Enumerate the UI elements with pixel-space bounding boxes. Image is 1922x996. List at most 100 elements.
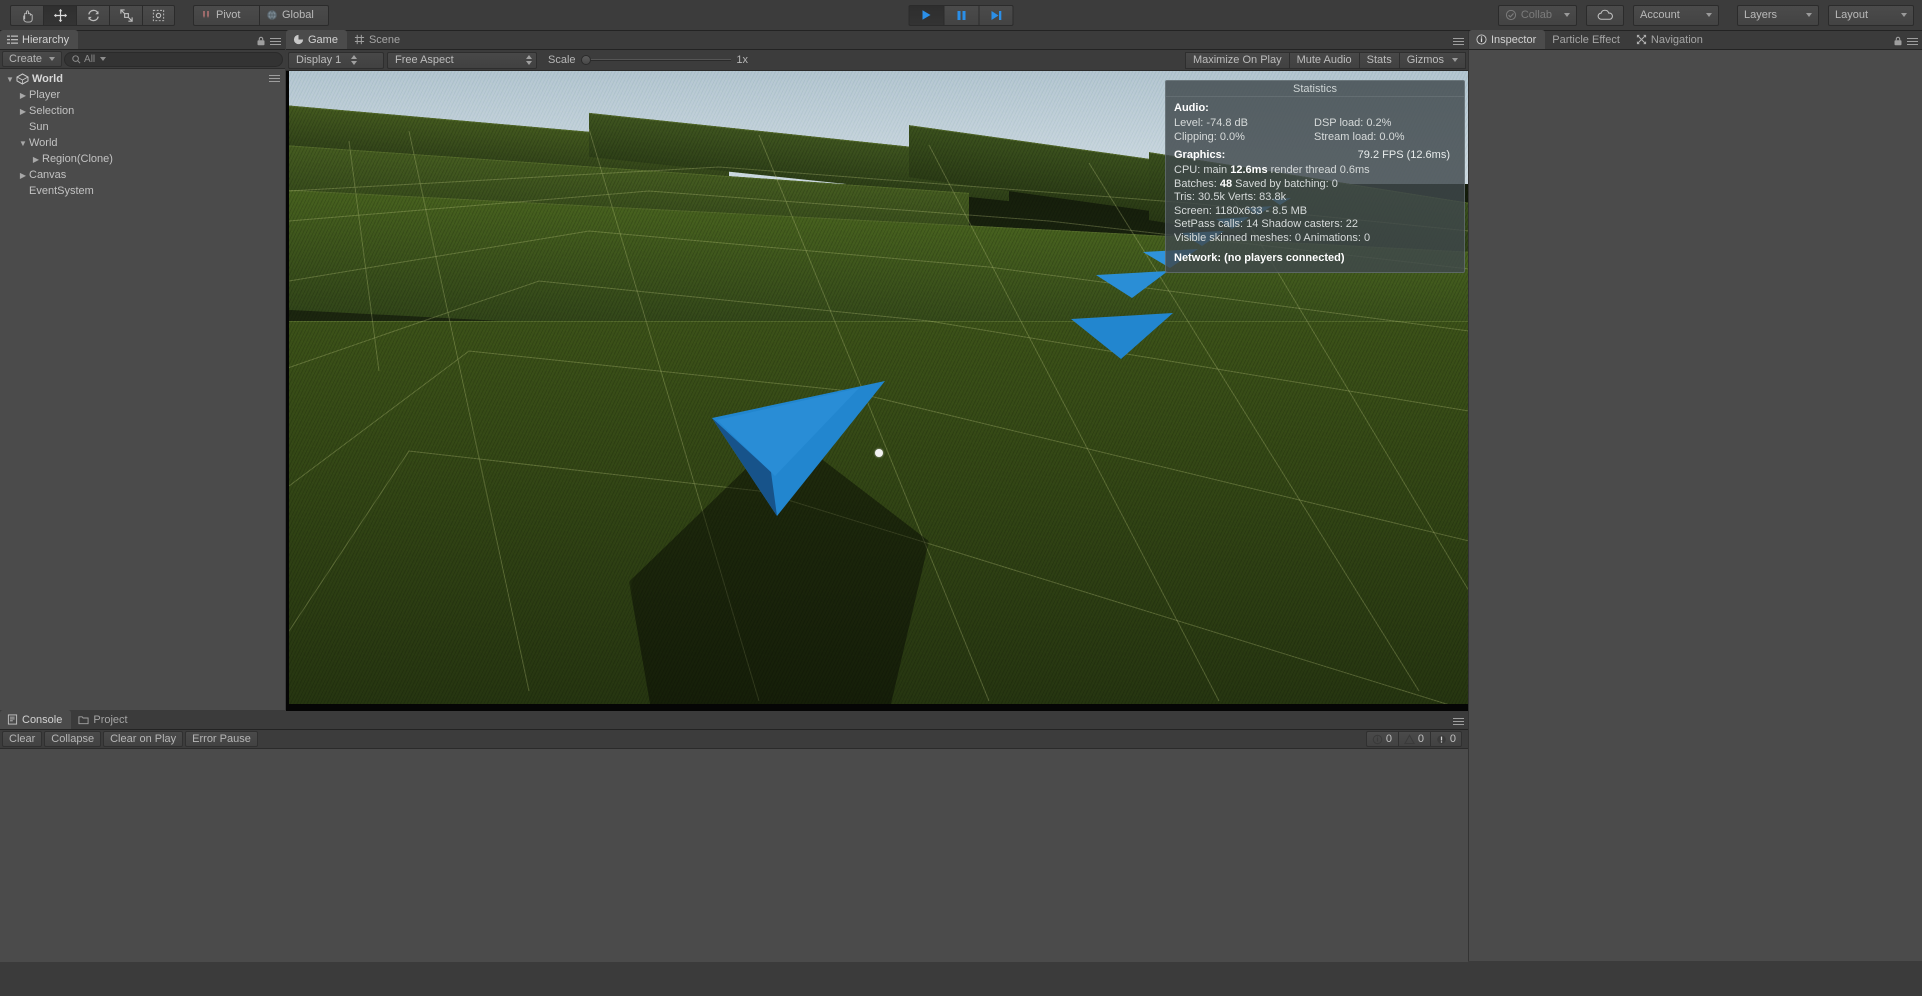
maximize-on-play-toggle[interactable]: Maximize On Play [1184, 51, 1289, 69]
warning-count[interactable]: 0 [1397, 731, 1430, 747]
services-cloud-button[interactable] [1586, 4, 1624, 26]
warning-count-value: 0 [1417, 733, 1424, 745]
pivot-toggle[interactable]: Pivot [193, 4, 259, 26]
tab-game[interactable]: Game [286, 30, 347, 49]
pause-button[interactable] [943, 4, 979, 26]
hierarchy-item-sun[interactable]: Sun [0, 119, 285, 135]
play-button[interactable] [908, 4, 944, 26]
disclosure-triangle-closed-icon[interactable]: ▶ [30, 155, 42, 164]
error-pause-toggle[interactable]: Error Pause [185, 731, 258, 747]
tab-particle-effect[interactable]: Particle Effect [1545, 30, 1629, 49]
search-filter-label: All [84, 53, 96, 65]
info-count[interactable]: 0 [1365, 731, 1398, 747]
console-log-list[interactable] [0, 749, 1468, 995]
hierarchy-item-player[interactable]: ▶ Player [0, 87, 285, 103]
tab-scene[interactable]: Scene [347, 30, 409, 49]
hierarchy-item-selection[interactable]: ▶ Selection [0, 103, 285, 119]
global-label: Global [282, 9, 314, 21]
pivot-icon [203, 11, 209, 18]
scale-slider[interactable] [580, 55, 732, 65]
statistics-audio-row: Clipping: 0.0% Stream load: 0.0% [1166, 131, 1464, 145]
error-badge-icon [1437, 734, 1446, 744]
chevron-down-icon [1452, 58, 1458, 62]
gizmos-dropdown[interactable]: Gizmos [1398, 51, 1466, 69]
tab-label: Scene [368, 33, 401, 46]
statistics-graphics-row: CPU: main 12.6ms render thread 0.6ms [1174, 164, 1370, 176]
collapse-toggle[interactable]: Collapse [44, 731, 102, 747]
layers-button[interactable]: Layers [1737, 4, 1819, 26]
statistics-overlay: Statistics Audio: Level: -74.8 dB DSP loa… [1165, 80, 1465, 273]
disclosure-triangle-closed-icon[interactable]: ▶ [17, 91, 29, 100]
collab-button[interactable]: Collab [1497, 4, 1577, 26]
warning-badge-icon [1403, 733, 1415, 744]
global-toggle[interactable]: Global [259, 4, 329, 26]
tab-label: Game [308, 33, 338, 46]
hierarchy-item-world[interactable]: ▼ World [0, 71, 285, 87]
graphics-heading-label: Graphics: [1174, 149, 1226, 161]
inspector-body [1468, 50, 1922, 961]
hand-tool[interactable] [10, 4, 43, 26]
tab-label: Project [93, 713, 128, 726]
panel-menu-icon[interactable] [1907, 37, 1918, 46]
cloud-icon [1597, 9, 1613, 20]
statistics-graphics-row: Tris: 30.5k Verts: 83.8k [1174, 191, 1287, 203]
hierarchy-tree[interactable]: ▼ World ▶ Player ▶ Selection Sun ▼ World ▶ Region(… [0, 69, 285, 710]
scene-context-menu-icon[interactable] [269, 74, 280, 85]
clear-on-play-label: Clear on Play [110, 733, 177, 745]
hierarchy-item-label: World [32, 73, 63, 85]
collab-label: Collab [1520, 9, 1552, 21]
toolbar-right-group: Collab Account Layers Layout [1489, 4, 1914, 26]
lock-icon[interactable] [256, 36, 266, 46]
layout-button[interactable]: Layout [1828, 4, 1914, 26]
scale-tool[interactable] [109, 4, 142, 26]
hierarchy-item-region-clone-[interactable]: ▶ Region(Clone) [0, 151, 285, 167]
collapse-label: Collapse [51, 733, 95, 745]
tab-hierarchy[interactable]: Hierarchy [0, 30, 79, 49]
statistics-graphics-row: Visible skinned meshes: 0 Animations: 0 [1174, 231, 1371, 244]
step-button[interactable] [978, 4, 1014, 26]
stat-left: Level: -74.8 dB [1174, 117, 1248, 129]
display-dropdown[interactable]: Display 1 [288, 51, 384, 69]
move-tool[interactable] [43, 4, 76, 26]
hierarchy-item-canvas[interactable]: ▶ Canvas [0, 167, 285, 183]
maximize-label: Maximize On Play [1192, 54, 1282, 66]
aspect-dropdown[interactable]: Free Aspect [387, 51, 537, 69]
audio-heading-label: Audio: [1174, 102, 1209, 114]
clear-label: Clear [9, 733, 36, 745]
disclosure-triangle-closed-icon[interactable]: ▶ [17, 107, 29, 116]
clear-on-play-toggle[interactable]: Clear on Play [103, 731, 184, 747]
disclosure-triangle-open-icon[interactable]: ▼ [17, 139, 29, 148]
hierarchy-item-label: Player [29, 89, 61, 101]
hierarchy-icon [7, 35, 18, 44]
game-viewport[interactable]: Statistics Audio: Level: -74.8 dB DSP loa… [289, 71, 1468, 704]
tab-project[interactable]: Project [71, 710, 136, 729]
panel-menu-icon[interactable] [1453, 717, 1464, 726]
scale-label: Scale [548, 54, 576, 66]
hierarchy-item-world[interactable]: ▼ World [0, 135, 285, 151]
panel-menu-icon[interactable] [270, 37, 281, 46]
unity-editor-window: Pivot Global Collab Account Layers Layou… [0, 0, 1922, 996]
mute-audio-toggle[interactable]: Mute Audio [1288, 51, 1359, 69]
tab-navigation[interactable]: Navigation [1629, 30, 1712, 49]
stats-toggle[interactable]: Stats [1358, 51, 1399, 69]
statistics-graphics-row: Batches: 48 Saved by batching: 0 [1174, 177, 1338, 190]
tab-console[interactable]: Console [0, 710, 72, 729]
disclosure-triangle-closed-icon[interactable]: ▶ [17, 171, 29, 180]
console-tabbar: Console Project [0, 710, 1468, 730]
rect-tool[interactable] [142, 4, 175, 26]
disclosure-triangle-open-icon[interactable]: ▼ [4, 75, 16, 84]
rotate-tool[interactable] [76, 4, 109, 26]
error-count[interactable]: 0 [1429, 731, 1462, 747]
scale-slider-knob[interactable] [580, 55, 591, 65]
hierarchy-search-input[interactable]: All [64, 51, 283, 67]
panel-menu-icon[interactable] [1453, 37, 1464, 46]
game-render-area[interactable]: Statistics Audio: Level: -74.8 dB DSP loa… [286, 71, 1468, 719]
hierarchy-item-eventsystem[interactable]: EventSystem [0, 183, 285, 199]
error-count-value: 0 [1449, 733, 1456, 745]
lock-icon[interactable] [1893, 36, 1903, 46]
create-button[interactable]: Create [2, 51, 63, 67]
account-button[interactable]: Account [1633, 4, 1719, 26]
tab-inspector[interactable]: Inspector [1469, 30, 1546, 49]
clear-button[interactable]: Clear [2, 731, 43, 747]
direction-marker-near [712, 381, 885, 516]
